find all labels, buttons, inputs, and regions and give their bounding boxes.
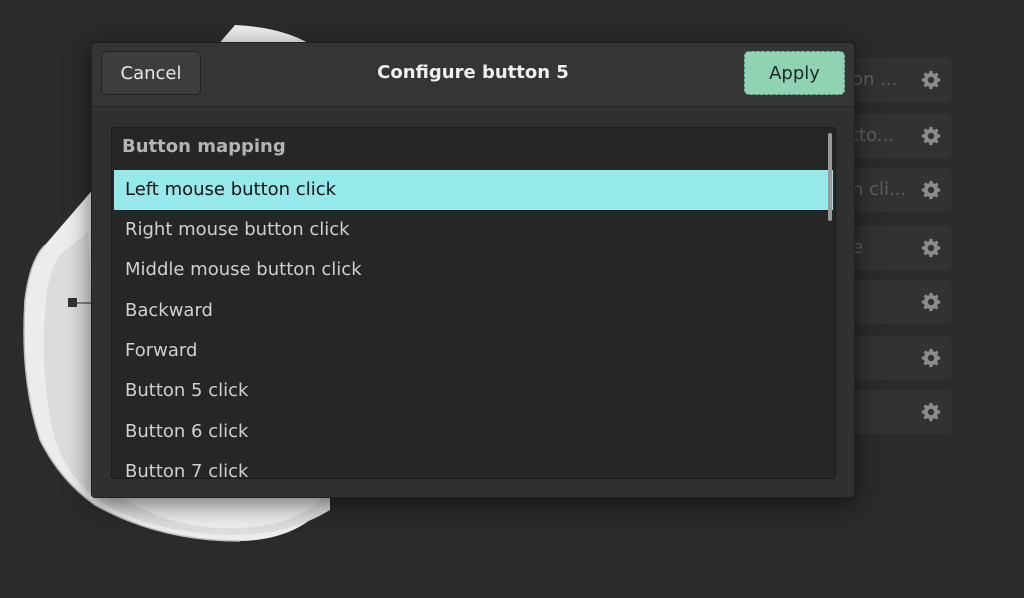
gear-icon[interactable] [920, 291, 942, 313]
list-item[interactable]: Button 7 click [114, 452, 833, 478]
list-item[interactable]: Button 5 click [114, 371, 833, 411]
list-item[interactable]: Middle mouse button click [114, 250, 833, 290]
bg-row-label: n cli... [852, 179, 907, 200]
gear-icon[interactable] [920, 347, 942, 369]
dialog-title: Configure button 5 [377, 62, 569, 83]
gear-icon[interactable] [920, 125, 942, 147]
apply-button[interactable]: Apply [744, 51, 845, 95]
list-header: Button mapping [122, 136, 286, 157]
gear-icon[interactable] [920, 179, 942, 201]
list-item[interactable]: Backward [114, 291, 833, 331]
list-item[interactable]: Right mouse button click [114, 210, 833, 250]
list-item[interactable]: Forward [114, 331, 833, 371]
list-item[interactable]: Left mouse button click [114, 170, 833, 210]
screen: on ... tto... n cli... e Cancel Configur… [0, 0, 1024, 598]
cancel-button[interactable]: Cancel [101, 51, 201, 95]
bg-row-label: on ... [852, 69, 898, 90]
dialog-header: Cancel Configure button 5 Apply [92, 43, 854, 107]
list-item[interactable]: Button 6 click [114, 412, 833, 452]
bg-row-label: tto... [852, 125, 894, 146]
list-scrollbar[interactable] [828, 133, 832, 221]
gear-icon[interactable] [920, 237, 942, 259]
configure-button-dialog: Cancel Configure button 5 Apply Button m… [91, 42, 855, 498]
gear-icon[interactable] [920, 401, 942, 423]
gear-icon[interactable] [920, 69, 942, 91]
button-mapping-list: Button mapping Left mouse button click R… [111, 127, 836, 479]
